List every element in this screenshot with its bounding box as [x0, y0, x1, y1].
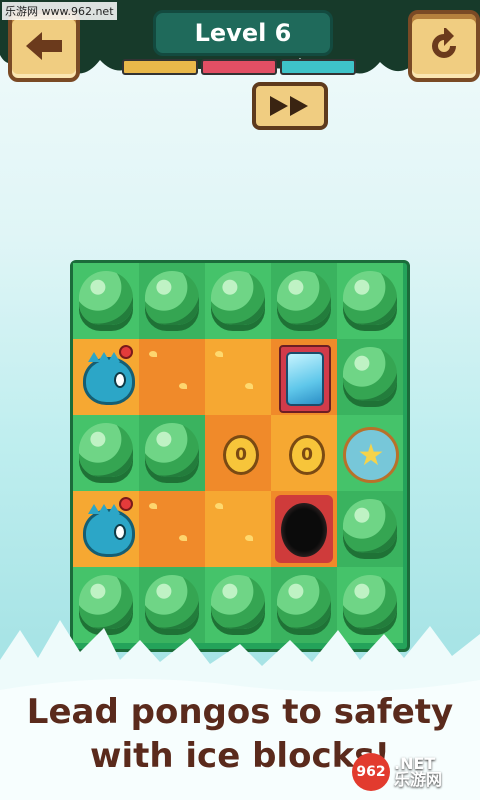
progress-bars — [122, 59, 356, 75]
site-watermark: 乐游网 www.962.net — [2, 2, 117, 20]
bush-icon — [145, 423, 199, 477]
watermark-logo: 962 — [352, 753, 390, 791]
board-cell-bush[interactable] — [139, 263, 205, 339]
game-board[interactable]: 0 0 ★ — [73, 263, 403, 643]
bush-icon — [145, 271, 199, 325]
board-cell-hole[interactable] — [271, 491, 337, 567]
fast-forward-icon — [270, 96, 308, 116]
restart-button[interactable] — [408, 10, 480, 82]
board-cell-bush[interactable] — [73, 263, 139, 339]
board-cell-bush[interactable] — [337, 263, 403, 339]
board-cell-bush[interactable] — [337, 339, 403, 415]
arrow-left-icon — [26, 32, 62, 60]
back-button[interactable] — [8, 10, 80, 82]
progress-bar-1 — [122, 59, 198, 75]
bush-icon — [343, 271, 397, 325]
bush-icon — [343, 499, 397, 553]
leaf-icon — [149, 351, 157, 357]
leaf-icon — [245, 535, 253, 541]
board-cell-tile[interactable] — [139, 491, 205, 567]
coin-icon: 0 — [289, 435, 325, 475]
ice-crystal — [286, 352, 324, 406]
board-cell-pongo[interactable] — [73, 491, 139, 567]
board-cell-bush[interactable] — [139, 415, 205, 491]
bush-icon — [277, 271, 331, 325]
pongo-eye — [114, 524, 126, 540]
pongo-marker-icon — [119, 345, 133, 359]
leaf-icon — [215, 351, 223, 357]
restart-icon — [432, 28, 456, 58]
board-cell-coin[interactable]: 0 — [205, 415, 271, 491]
level-title: Level 6 — [153, 10, 333, 56]
bush-icon — [79, 271, 133, 325]
coin-icon: 0 — [223, 435, 259, 475]
pit-hole-center — [281, 503, 327, 557]
board-cell-bush[interactable] — [73, 415, 139, 491]
bush-icon — [79, 423, 133, 477]
board-cell-goal[interactable]: ★ — [337, 415, 403, 491]
board-cell-tile[interactable] — [205, 491, 271, 567]
board-cell-coin[interactable]: 0 — [271, 415, 337, 491]
leaf-icon — [179, 383, 187, 389]
caption-line-1: Lead pongos to safety — [26, 692, 454, 732]
progress-bar-3 — [280, 59, 356, 75]
board-cell-bush[interactable] — [205, 263, 271, 339]
leaf-icon — [215, 503, 223, 509]
watermark-text-2: 乐游网 — [394, 770, 443, 789]
bush-icon — [211, 271, 265, 325]
board-cell-tile[interactable] — [139, 339, 205, 415]
leaf-icon — [149, 503, 157, 509]
pongo-character-icon[interactable] — [83, 352, 135, 405]
board-cell-ice[interactable] — [271, 339, 337, 415]
board-cell-bush[interactable] — [337, 491, 403, 567]
watermark-text: .NET 乐游网 — [394, 756, 442, 788]
pongo-eye — [114, 372, 126, 388]
board-cell-bush[interactable] — [271, 263, 337, 339]
star-goal-icon: ★ — [343, 427, 399, 483]
bush-icon — [343, 347, 397, 401]
ice-block-icon[interactable] — [279, 345, 331, 413]
progress-bar-2 — [201, 59, 277, 75]
pongo-marker-icon — [119, 497, 133, 511]
pit-hole-icon — [275, 495, 333, 563]
leaf-icon — [245, 383, 253, 389]
fast-forward-button[interactable] — [252, 82, 328, 130]
leaf-icon — [179, 535, 187, 541]
board-cell-tile[interactable] — [205, 339, 271, 415]
pongo-character-icon[interactable] — [83, 504, 135, 557]
board-cell-pongo[interactable] — [73, 339, 139, 415]
site-logo-watermark: 962 .NET 乐游网 — [352, 752, 476, 792]
